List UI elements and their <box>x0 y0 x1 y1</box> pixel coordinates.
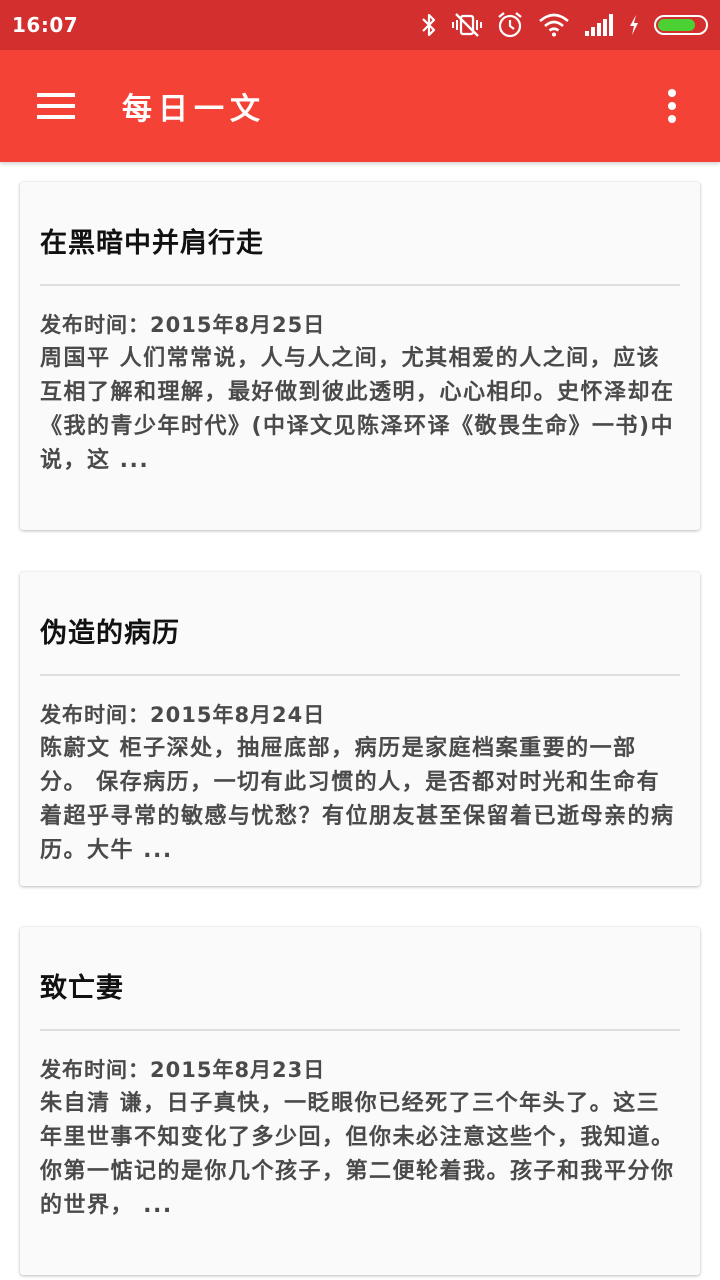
app-bar: 每日一文 <box>0 50 720 162</box>
vibrate-off-icon <box>452 12 482 38</box>
bluetooth-icon <box>420 12 438 38</box>
article-excerpt: 朱自清 谦，日子真快，一眨眼你已经死了三个年头了。这三年里世事不知变化了多少回，… <box>40 1091 675 1218</box>
article-excerpt: 周国平 人们常常说，人与人之间，尤其相爱的人之间，应该互相了解和理解，最好做到彼… <box>40 346 675 473</box>
status-time: 16:07 <box>12 13 79 37</box>
charging-icon <box>628 14 640 36</box>
article-date: 发布时间：2015年8月24日 <box>40 703 326 727</box>
battery-level <box>658 19 695 31</box>
article-excerpt: 陈蔚文 柜子深处，抽屉底部，病历是家庭档案重要的一部分。 保存病历，一切有此习惯… <box>40 736 675 863</box>
article-list[interactable]: 在黑暗中并肩行走 发布时间：2015年8月25日 周国平 人们常常说，人与人之间… <box>0 162 720 1280</box>
status-icons <box>420 11 708 39</box>
card-divider <box>40 674 680 676</box>
menu-button[interactable] <box>0 50 112 162</box>
article-title: 在黑暗中并肩行走 <box>40 227 264 259</box>
article-title: 伪造的病历 <box>40 617 180 649</box>
battery-icon <box>654 15 708 35</box>
more-options-button[interactable] <box>624 50 720 162</box>
article-date: 发布时间：2015年8月23日 <box>40 1058 326 1082</box>
article-card[interactable]: 在黑暗中并肩行走 发布时间：2015年8月25日 周国平 人们常常说，人与人之间… <box>20 182 700 530</box>
wifi-icon <box>538 13 570 37</box>
hamburger-icon <box>37 93 75 119</box>
alarm-icon <box>496 11 524 39</box>
signal-icon <box>584 13 614 37</box>
article-card[interactable]: 致亡妻 发布时间：2015年8月23日 朱自清 谦，日子真快，一眨眼你已经死了三… <box>20 927 700 1275</box>
card-divider <box>40 1029 680 1031</box>
article-date: 发布时间：2015年8月25日 <box>40 313 326 337</box>
card-divider <box>40 284 680 286</box>
article-card[interactable]: 伪造的病历 发布时间：2015年8月24日 陈蔚文 柜子深处，抽屉底部，病历是家… <box>20 572 700 886</box>
app-title: 每日一文 <box>122 92 266 127</box>
more-vert-icon <box>668 89 676 123</box>
status-bar: 16:07 <box>0 0 720 50</box>
article-title: 致亡妻 <box>40 972 124 1004</box>
